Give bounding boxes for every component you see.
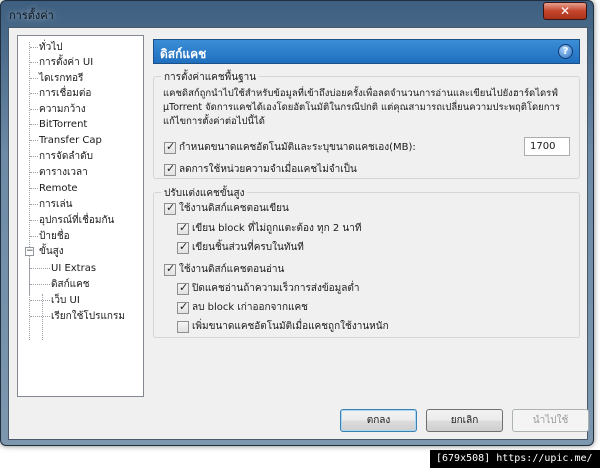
turn-off-read-cache-checkbox[interactable]: ปิดแคชอ่านถ้าความเร็วการส่งข้อมูลต่ำ (177, 281, 360, 296)
checkbox-box[interactable] (164, 262, 176, 276)
cache-description-line-3: แก้ไขการตั้งค่าต่อไปนี้ได้ (163, 116, 265, 127)
tree-branch (30, 204, 38, 205)
checkbox-box[interactable] (177, 320, 189, 333)
tree-branch (30, 93, 38, 94)
checkbox-box[interactable] (164, 140, 176, 154)
tree-item-playback[interactable]: การเล่น (39, 198, 72, 211)
write-untouched-checkbox[interactable]: เขียน block ที่ไม่ถูกแตะต้อง ทุก 2 นาที (177, 221, 361, 236)
basic-cache-legend: การตั้งค่าแคชพื้นฐาน (161, 70, 260, 85)
checkbox-box[interactable] (177, 281, 189, 295)
tree-branch (30, 268, 50, 269)
increase-cache-label: เพิ่มขนาดแคชอัตโนมัติเมื่อแคชถูกใช้งานหน… (192, 321, 389, 332)
settings-tree[interactable]: ทั่วไป การตั้งค่า UI ไดเรกทอรี การเชื่อม… (17, 35, 144, 397)
tree-branch (30, 172, 38, 173)
tree-branch (30, 188, 38, 189)
title-bar[interactable]: การตั้งค่า ✕ (1, 1, 593, 25)
tree-item-run-program[interactable]: เรียกใช้โปรแกรม (51, 310, 125, 323)
tree-item-general[interactable]: ทั่วไป (39, 41, 63, 54)
tree-item-bandwidth[interactable]: ความกว้าง (39, 103, 86, 116)
tree-guide-line (29, 258, 30, 340)
checkbox-box[interactable] (164, 162, 176, 176)
tree-item-transfer-cap[interactable]: Transfer Cap (39, 134, 102, 147)
increase-cache-checkbox[interactable]: เพิ่มขนาดแคชอัตโนมัติเมื่อแคชถูกใช้งานหน… (177, 319, 389, 334)
tree-item-bittorrent[interactable]: BitTorrent (39, 118, 87, 131)
reduce-memory-label: ลดการใช้หน่วยความจำเมื่อแคชไม่จำเป็น (179, 164, 357, 175)
tree-branch (30, 236, 38, 237)
override-cache-size-label: กำหนดขนาดแคชอัตโนมัติและระบุขนาดแคชเอง(M… (179, 142, 416, 153)
help-icon[interactable]: ? (558, 44, 573, 59)
apply-button[interactable]: นำไปใช้ (512, 409, 589, 432)
write-finished-checkbox[interactable]: เขียนชิ้นส่วนที่ครบในทันที (177, 240, 304, 255)
tree-branch (30, 124, 38, 125)
reduce-memory-checkbox[interactable]: ลดการใช้หน่วยความจำเมื่อแคชไม่จำเป็น (164, 162, 357, 177)
tree-item-remote[interactable]: Remote (39, 182, 78, 195)
close-button[interactable]: ✕ (543, 2, 587, 20)
tree-item-connection[interactable]: การเชื่อมต่อ (39, 87, 91, 100)
checkbox-box[interactable] (177, 300, 189, 314)
watermark-caption: [679x508] https://upic.me/ (430, 450, 600, 468)
tree-item-labels[interactable]: ป้ายชื่อ (39, 230, 70, 243)
preferences-window: การตั้งค่า ✕ ทั่วไป การตั้งค่า UI ไดเรกท… (0, 0, 594, 446)
dialog-client-area: ทั่วไป การตั้งค่า UI ไดเรกทอรี การเชื่อม… (8, 27, 589, 440)
remove-old-blocks-label: ลบ block เก่าออกจากแคช (192, 302, 308, 313)
ok-button[interactable]: ตกลง (340, 409, 417, 432)
tree-item-advanced[interactable]: ขั้นสูง (39, 245, 64, 258)
enable-read-cache-label: ใช้งานดิสก์แคชตอนอ่าน (179, 264, 285, 275)
remove-old-blocks-checkbox[interactable]: ลบ block เก่าออกจากแคช (177, 300, 308, 315)
tree-branch (30, 316, 50, 317)
tree-item-scheduler[interactable]: ตารางเวลา (39, 166, 88, 179)
advanced-cache-legend: ปรับแต่งแคชขั้นสูง (161, 186, 248, 201)
tree-item-queueing[interactable]: การจัดลำดับ (39, 150, 93, 163)
tree-item-ui-extras[interactable]: UI Extras (51, 262, 96, 275)
tree-item-ui-settings[interactable]: การตั้งค่า UI (39, 56, 93, 69)
tree-item-paired-devices[interactable]: อุปกรณ์ที่เชื่อมกัน (39, 214, 114, 227)
tree-item-disk-cache[interactable]: ดิสก์แคช (51, 278, 90, 291)
window-title: การตั้งค่า (9, 9, 54, 22)
enable-write-cache-checkbox[interactable]: ใช้งานดิสก์แคชตอนเขียน (164, 201, 289, 216)
panel-header: ดิสก์แคช ? (153, 39, 580, 64)
cache-size-input[interactable]: 1700 (524, 137, 570, 156)
checkbox-box[interactable] (164, 201, 176, 215)
tree-branch (30, 284, 50, 285)
tree-item-directories[interactable]: ไดเรกทอรี (39, 72, 83, 85)
tree-item-web-ui[interactable]: เว็บ UI (51, 294, 80, 307)
tree-branch (30, 109, 38, 110)
tree-branch (30, 47, 38, 48)
override-cache-size-checkbox[interactable]: กำหนดขนาดแคชอัตโนมัติและระบุขนาดแคชเอง(M… (164, 140, 416, 155)
write-untouched-label: เขียน block ที่ไม่ถูกแตะต้อง ทุก 2 นาที (192, 223, 362, 234)
tree-branch (30, 300, 50, 301)
enable-write-cache-label: ใช้งานดิสก์แคชตอนเขียน (179, 203, 289, 214)
collapse-icon[interactable]: − (25, 247, 34, 256)
tree-branch (30, 156, 38, 157)
cache-description-line-1: แคชดิสก์ถูกนำไปใช้สำหรับข้อมูลที่เข้าถึง… (163, 88, 559, 99)
enable-read-cache-checkbox[interactable]: ใช้งานดิสก์แคชตอนอ่าน (164, 262, 284, 277)
panel-title: ดิสก์แคช (160, 47, 207, 61)
checkbox-box[interactable] (177, 240, 189, 254)
cache-description-line-2: µTorrent จัดการแคชได้เองโดยอัตโนมัติในกร… (163, 102, 560, 113)
write-finished-label: เขียนชิ้นส่วนที่ครบในทันที (192, 242, 304, 253)
turn-off-read-cache-label: ปิดแคชอ่านถ้าความเร็วการส่งข้อมูลต่ำ (192, 283, 360, 294)
tree-branch (30, 140, 38, 141)
tree-branch (30, 220, 38, 221)
checkbox-box[interactable] (177, 221, 189, 235)
cancel-button[interactable]: ยกเลิก (426, 409, 503, 432)
tree-branch (30, 78, 38, 79)
tree-branch (30, 62, 38, 63)
